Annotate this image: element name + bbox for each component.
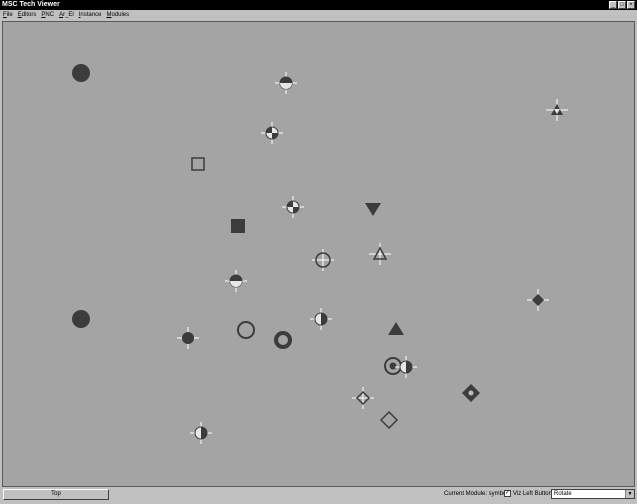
open-diamond-cross-symbol[interactable] bbox=[352, 387, 374, 409]
window-controls: _ □ × bbox=[609, 1, 635, 9]
symbol-canvas[interactable] bbox=[2, 21, 635, 487]
half-circle-left-symbol[interactable] bbox=[310, 308, 332, 330]
open-diamond-symbol[interactable] bbox=[379, 410, 399, 430]
menu-instance[interactable]: Instance bbox=[79, 12, 102, 18]
menu-pnc[interactable]: PNC bbox=[41, 12, 54, 18]
chevron-down-icon[interactable]: ▼ bbox=[625, 490, 634, 498]
filled-square-symbol[interactable] bbox=[231, 219, 245, 233]
mode-select-value: Rotate bbox=[554, 491, 572, 497]
open-circle-symbol[interactable] bbox=[237, 321, 255, 339]
menu-bar: File Editors PNC Ar_El Instance Modules bbox=[0, 10, 637, 20]
viz-left-button-checkbox[interactable]: ✓ bbox=[504, 490, 511, 497]
viz-left-button-label: Viz Left Button bbox=[513, 491, 552, 497]
filled-diamond-symbol[interactable] bbox=[527, 289, 549, 311]
quadrant-triangle-symbol[interactable] bbox=[546, 99, 568, 121]
filled-circle-symbol[interactable] bbox=[72, 64, 90, 82]
half-circle-left-symbol-3[interactable] bbox=[190, 422, 212, 444]
top-button[interactable]: Top bbox=[3, 489, 109, 500]
bullseye-symbol[interactable] bbox=[384, 357, 402, 375]
close-icon[interactable]: × bbox=[627, 1, 635, 9]
quadrant-circle-symbol-2[interactable] bbox=[282, 196, 304, 218]
title-bar: MSC Tech Viewer _ □ × bbox=[0, 0, 637, 10]
open-square-symbol[interactable] bbox=[191, 157, 205, 171]
menu-modules[interactable]: Modules bbox=[106, 12, 129, 18]
menu-file[interactable]: File bbox=[3, 12, 13, 18]
current-module-label: Current Module: symbols bbox=[444, 491, 511, 497]
filled-up-triangle-symbol[interactable] bbox=[388, 322, 404, 335]
open-triangle-symbol[interactable] bbox=[369, 243, 391, 265]
menu-ar-el[interactable]: Ar_El bbox=[59, 12, 74, 18]
window-title: MSC Tech Viewer bbox=[2, 1, 60, 8]
half-circle-top-symbol-2[interactable] bbox=[225, 270, 247, 292]
filled-circle-symbol-2[interactable] bbox=[72, 310, 90, 328]
half-circle-top-symbol[interactable] bbox=[275, 72, 297, 94]
minimize-icon[interactable]: _ bbox=[609, 1, 617, 9]
filled-circle-cross-symbol[interactable] bbox=[177, 327, 199, 349]
mode-select[interactable]: Rotate ▼ bbox=[551, 489, 635, 499]
symbols-drawing bbox=[72, 64, 568, 444]
status-bar: Top Current Module: symbols ✓ Viz Left B… bbox=[0, 488, 637, 504]
crosshair-circle-symbol[interactable] bbox=[312, 249, 334, 271]
ring-symbol[interactable] bbox=[274, 331, 292, 349]
menu-editors[interactable]: Editors bbox=[18, 12, 37, 18]
diamond-dot-symbol[interactable] bbox=[462, 384, 480, 402]
filled-down-triangle-symbol[interactable] bbox=[365, 203, 381, 216]
quadrant-circle-symbol[interactable] bbox=[261, 122, 283, 144]
maximize-icon[interactable]: □ bbox=[618, 1, 626, 9]
